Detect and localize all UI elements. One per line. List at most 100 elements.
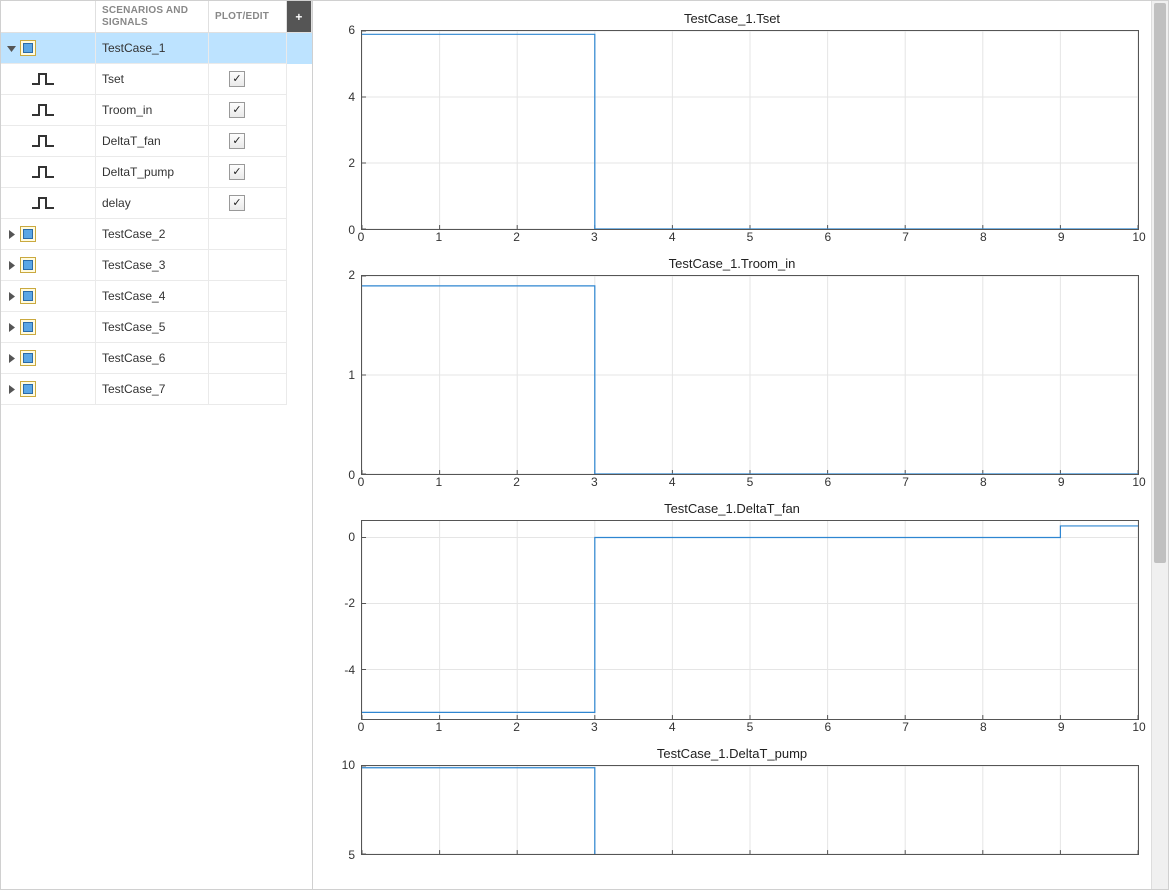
plot-edit-cell: ✓: [209, 188, 287, 219]
x-tick-label: 1: [435, 230, 442, 244]
x-tick-label: 6: [824, 230, 831, 244]
plot-edit-checkbox[interactable]: ✓: [229, 102, 245, 118]
plot-edit-cell: [209, 281, 287, 312]
disclosure-right-icon[interactable]: [7, 385, 16, 394]
disclosure-right-icon[interactable]: [7, 261, 16, 270]
testcase-row[interactable]: TestCase_1: [1, 33, 312, 64]
testcase-name[interactable]: TestCase_2: [96, 219, 209, 250]
x-axis-labels: 012345678910: [361, 230, 1139, 246]
plot-edit-cell: ✓: [209, 95, 287, 126]
x-tick-label: 6: [824, 720, 831, 734]
signal-plot[interactable]: TestCase_1.Troom_in012012345678910: [313, 246, 1151, 491]
row-icon-cell: [1, 374, 96, 405]
disclosure-down-icon[interactable]: [7, 44, 16, 53]
row-icon-cell: [1, 126, 96, 157]
testcase-row[interactable]: TestCase_7: [1, 374, 312, 405]
signal-name[interactable]: Troom_in: [96, 95, 209, 126]
testcase-name[interactable]: TestCase_5: [96, 312, 209, 343]
app-root: SCENARIOS AND SIGNALS PLOT/EDIT + TestCa…: [0, 0, 1169, 890]
vertical-scrollbar[interactable]: [1151, 1, 1168, 889]
plot-edit-checkbox[interactable]: ✓: [229, 195, 245, 211]
x-tick-label: 0: [358, 720, 365, 734]
plot-area[interactable]: TestCase_1.Tset0246012345678910TestCase_…: [313, 1, 1151, 889]
check-icon: ✓: [232, 167, 241, 178]
y-axis-labels: 510: [325, 765, 361, 855]
x-tick-label: 1: [435, 720, 442, 734]
x-tick-label: 5: [747, 475, 754, 489]
signal-plot[interactable]: TestCase_1.DeltaT_fan-4-20012345678910: [313, 491, 1151, 736]
row-icon-cell: [1, 281, 96, 312]
testcase-icon: [20, 226, 36, 242]
testcase-icon: [20, 381, 36, 397]
check-icon: ✓: [232, 105, 241, 116]
plus-icon: +: [291, 9, 307, 25]
row-icon-cell: [1, 64, 96, 95]
plot-axes[interactable]: [361, 765, 1139, 855]
x-tick-label: 7: [902, 720, 909, 734]
plot-title: TestCase_1.DeltaT_fan: [325, 499, 1139, 520]
y-axis-labels: 0246: [325, 30, 361, 230]
signal-name[interactable]: Tset: [96, 64, 209, 95]
disclosure-right-icon[interactable]: [7, 354, 16, 363]
testcase-row[interactable]: TestCase_2: [1, 219, 312, 250]
testcase-name[interactable]: TestCase_7: [96, 374, 209, 405]
y-tick-label: 5: [348, 848, 355, 862]
signal-row[interactable]: Tset ✓: [1, 64, 312, 95]
row-icon-cell: [1, 312, 96, 343]
plot-edit-cell: ✓: [209, 126, 287, 157]
check-icon: ✓: [232, 136, 241, 147]
y-tick-label: 2: [348, 268, 355, 282]
signal-row[interactable]: DeltaT_pump ✓: [1, 157, 312, 188]
plot-title: TestCase_1.Troom_in: [325, 254, 1139, 275]
signal-name[interactable]: DeltaT_fan: [96, 126, 209, 157]
plot-axes[interactable]: [361, 30, 1139, 230]
scrollbar-thumb[interactable]: [1154, 3, 1166, 563]
x-tick-label: 10: [1132, 475, 1145, 489]
y-axis-labels: -4-20: [325, 520, 361, 720]
x-tick-label: 4: [669, 475, 676, 489]
disclosure-right-icon[interactable]: [7, 323, 16, 332]
y-tick-label: 4: [348, 90, 355, 104]
testcase-name[interactable]: TestCase_4: [96, 281, 209, 312]
signal-step-icon: [31, 164, 55, 180]
signal-row[interactable]: delay ✓: [1, 188, 312, 219]
x-tick-label: 7: [902, 230, 909, 244]
signal-plot[interactable]: TestCase_1.Tset0246012345678910: [313, 1, 1151, 246]
signal-step-icon: [31, 71, 55, 87]
plot-edit-checkbox[interactable]: ✓: [229, 133, 245, 149]
plot-edit-header: PLOT/EDIT: [209, 1, 287, 33]
x-axis-labels: 012345678910: [361, 720, 1139, 736]
plot-edit-checkbox[interactable]: ✓: [229, 164, 245, 180]
row-icon-cell: [1, 250, 96, 281]
plot-edit-cell: [209, 250, 287, 281]
testcase-row[interactable]: TestCase_5: [1, 312, 312, 343]
y-tick-label: 0: [348, 468, 355, 482]
signal-plot[interactable]: TestCase_1.DeltaT_pump510: [313, 736, 1151, 855]
testcase-name[interactable]: TestCase_6: [96, 343, 209, 374]
plot-edit-checkbox[interactable]: ✓: [229, 71, 245, 87]
y-axis-labels: 012: [325, 275, 361, 475]
x-tick-label: 4: [669, 230, 676, 244]
testcase-row[interactable]: TestCase_6: [1, 343, 312, 374]
plot-title: TestCase_1.Tset: [325, 9, 1139, 30]
signal-step-icon: [31, 195, 55, 211]
testcase-row[interactable]: TestCase_3: [1, 250, 312, 281]
testcase-name[interactable]: TestCase_1: [96, 33, 209, 64]
signal-name[interactable]: DeltaT_pump: [96, 157, 209, 188]
y-tick-label: 1: [348, 368, 355, 382]
data-line: [362, 768, 595, 854]
plot-title: TestCase_1.DeltaT_pump: [325, 744, 1139, 765]
x-tick-label: 3: [591, 475, 598, 489]
add-scenario-header[interactable]: +: [287, 1, 312, 33]
x-tick-label: 6: [824, 475, 831, 489]
signal-row[interactable]: Troom_in ✓: [1, 95, 312, 126]
signal-name[interactable]: delay: [96, 188, 209, 219]
plot-axes[interactable]: [361, 520, 1139, 720]
signal-row[interactable]: DeltaT_fan ✓: [1, 126, 312, 157]
plot-edit-cell: ✓: [209, 64, 287, 95]
testcase-name[interactable]: TestCase_3: [96, 250, 209, 281]
plot-axes[interactable]: [361, 275, 1139, 475]
disclosure-right-icon[interactable]: [7, 292, 16, 301]
testcase-row[interactable]: TestCase_4: [1, 281, 312, 312]
disclosure-right-icon[interactable]: [7, 230, 16, 239]
